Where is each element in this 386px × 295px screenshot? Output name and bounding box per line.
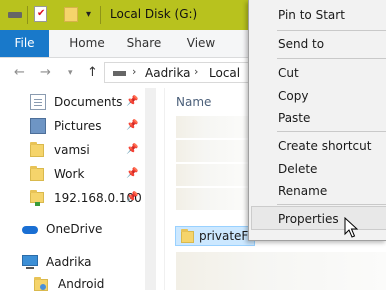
- list-item[interactable]: [176, 270, 386, 290]
- folder-icon: [30, 142, 46, 158]
- breadcrumb-separator-icon[interactable]: ›: [132, 65, 136, 78]
- menu-item-copy[interactable]: Copy: [278, 89, 308, 103]
- list-item[interactable]: [176, 164, 248, 186]
- menu-item-pin-to-start[interactable]: Pin to Start: [278, 8, 345, 22]
- menu-item-delete[interactable]: Delete: [278, 162, 317, 176]
- vertical-divider-2: [100, 6, 101, 24]
- breadcrumb-separator-icon-2[interactable]: ›: [194, 65, 198, 78]
- vertical-divider: [27, 6, 28, 24]
- menu-separator: [277, 204, 386, 205]
- customize-quick-access-icon[interactable]: ▾: [86, 9, 91, 20]
- pin-icon-4[interactable]: 📌: [126, 168, 138, 180]
- pin-icon-3[interactable]: 📌: [126, 144, 138, 156]
- back-arrow-icon[interactable]: ←: [14, 65, 25, 80]
- menu-separator: [277, 131, 386, 132]
- column-header-name[interactable]: Name: [176, 95, 211, 109]
- window-title: Local Disk (G:): [110, 7, 198, 21]
- menu-item-send-to[interactable]: Send to: [278, 37, 324, 51]
- nav-item-pictures[interactable]: Pictures: [30, 115, 102, 137]
- folder-icon-selected: [181, 229, 194, 243]
- menu-item-properties[interactable]: Properties: [278, 212, 339, 226]
- pictures-icon: [30, 118, 46, 134]
- documents-icon: [30, 94, 46, 110]
- menu-item-create-shortcut[interactable]: Create shortcut: [278, 139, 371, 153]
- tab-view[interactable]: View: [178, 30, 224, 57]
- menu-separator: [277, 58, 386, 59]
- nav-item-documents[interactable]: Documents: [30, 91, 122, 113]
- nav-item-onedrive[interactable]: OneDrive: [22, 218, 102, 240]
- menu-item-cut[interactable]: Cut: [278, 66, 299, 80]
- menu-separator: [277, 30, 386, 31]
- pin-icon[interactable]: 📌: [126, 96, 138, 108]
- folder-icon-2: [30, 166, 46, 182]
- tab-home[interactable]: Home: [62, 30, 112, 57]
- pane-divider: [164, 88, 165, 290]
- onedrive-cloud-icon: [22, 221, 38, 237]
- list-item[interactable]: [176, 188, 248, 210]
- tab-file[interactable]: File: [0, 30, 49, 57]
- list-item[interactable]: [176, 116, 248, 138]
- menu-item-rename[interactable]: Rename: [278, 184, 327, 198]
- properties-icon[interactable]: ✔: [34, 6, 47, 22]
- computer-icon: [22, 254, 38, 270]
- nav-scrollbar[interactable]: [145, 88, 156, 290]
- new-folder-icon[interactable]: [64, 7, 78, 22]
- drive-small-icon: [113, 71, 126, 76]
- context-menu: Pin to Start Send to Cut Copy Paste Crea…: [248, 0, 386, 241]
- breadcrumb-aadrika[interactable]: Aadrika: [145, 66, 191, 80]
- pin-icon-5[interactable]: 📌: [126, 192, 138, 204]
- list-item[interactable]: [176, 140, 248, 162]
- recent-locations-icon[interactable]: ▾: [68, 68, 73, 78]
- up-arrow-icon[interactable]: ↑: [87, 65, 98, 80]
- pin-icon-2[interactable]: 📌: [126, 120, 138, 132]
- drive-icon[interactable]: [8, 12, 22, 18]
- breadcrumb-local[interactable]: Local: [209, 66, 240, 80]
- mouse-cursor-icon: [344, 217, 358, 238]
- nav-item-work[interactable]: Work: [30, 163, 84, 185]
- network-folder-icon: [30, 190, 46, 206]
- nav-item-android[interactable]: Android: [34, 273, 104, 295]
- forward-arrow-icon[interactable]: →: [40, 65, 51, 80]
- nav-item-this-pc[interactable]: Aadrika: [22, 251, 92, 273]
- tab-share[interactable]: Share: [120, 30, 168, 57]
- nav-item-vamsi[interactable]: vamsi: [30, 139, 90, 161]
- menu-item-paste[interactable]: Paste: [278, 111, 310, 125]
